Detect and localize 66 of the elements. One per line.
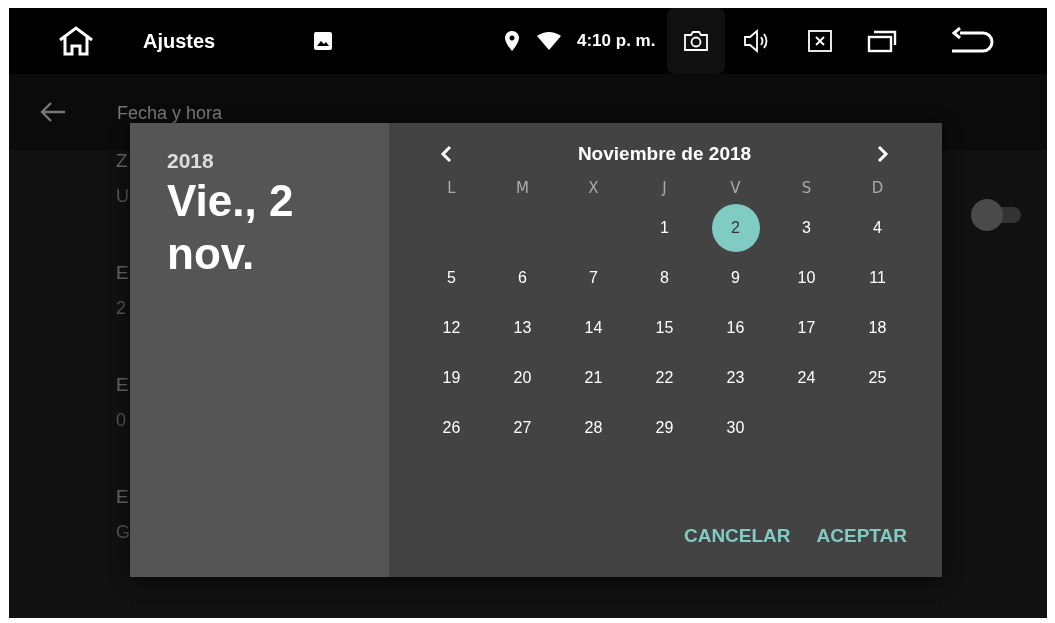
calendar-day[interactable]: 19 xyxy=(427,354,476,402)
setting-value: G xyxy=(116,522,130,543)
calendar-day[interactable]: 2 xyxy=(711,204,760,252)
calendar-day[interactable]: 6 xyxy=(498,254,547,302)
calendar-day[interactable]: 12 xyxy=(427,304,476,352)
app-title: Ajustes xyxy=(143,29,217,53)
calendar-day[interactable]: 26 xyxy=(427,404,476,452)
weekday-label: M xyxy=(516,178,529,199)
selected-date: Vie., 2 nov. xyxy=(167,175,295,280)
setting-value: 0 xyxy=(116,410,126,431)
return-arrow-icon xyxy=(950,27,995,55)
calendar-day[interactable]: 4 xyxy=(853,204,902,252)
wifi-icon xyxy=(537,32,561,50)
calendar-day[interactable]: 16 xyxy=(711,304,760,352)
calendar-day[interactable]: 5 xyxy=(427,254,476,302)
calendar-day[interactable]: 1 xyxy=(640,204,689,252)
page-title: Fecha y hora xyxy=(117,103,223,124)
calendar-day[interactable]: 21 xyxy=(569,354,618,402)
calendar-day[interactable]: 11 xyxy=(853,254,902,302)
calendar-day[interactable]: 23 xyxy=(711,354,760,402)
calendar-day[interactable]: 22 xyxy=(640,354,689,402)
setting-title: E xyxy=(116,486,129,508)
dialog-action-button[interactable]: ACEPTAR xyxy=(808,517,915,555)
weekday-label: X xyxy=(588,178,599,199)
weekday-label: L xyxy=(447,178,456,199)
weekday-label: J xyxy=(662,178,667,199)
calendar-day[interactable]: 30 xyxy=(711,404,760,452)
calendar-day[interactable]: 17 xyxy=(782,304,831,352)
calendar-day[interactable]: 8 xyxy=(640,254,689,302)
calendar-day[interactable]: 24 xyxy=(782,354,831,402)
calendar-day[interactable]: 20 xyxy=(498,354,547,402)
clock-time: 4:10 p. m. xyxy=(577,31,656,51)
image-icon xyxy=(314,32,332,50)
setting-title: E xyxy=(116,262,129,284)
dialog-action-button[interactable]: CANCELAR xyxy=(675,517,799,555)
month-title: Noviembre de 2018 xyxy=(577,143,752,165)
calendar-day[interactable]: 28 xyxy=(569,404,618,452)
calendar-day[interactable]: 3 xyxy=(782,204,831,252)
windows-icon xyxy=(867,29,898,53)
chevron-left-icon xyxy=(440,145,452,163)
close-box-icon xyxy=(808,30,833,52)
toggle-switch[interactable] xyxy=(969,199,1023,231)
camera-icon xyxy=(683,30,710,52)
weekday-label: S xyxy=(801,178,812,199)
calendar-day[interactable]: 13 xyxy=(498,304,547,352)
location-pin-icon xyxy=(505,31,519,51)
calendar-day[interactable]: 29 xyxy=(640,404,689,452)
chevron-right-icon xyxy=(877,145,889,163)
weekday-label: D xyxy=(871,178,884,199)
calendar-day[interactable]: 27 xyxy=(498,404,547,452)
calendar-day[interactable]: 25 xyxy=(853,354,902,402)
setting-value: U xyxy=(116,186,129,207)
setting-title: E xyxy=(116,374,129,396)
setting-value: 2 xyxy=(116,298,126,319)
setting-title: Z xyxy=(116,150,128,172)
calendar-day[interactable]: 7 xyxy=(569,254,618,302)
calendar-day[interactable]: 10 xyxy=(782,254,831,302)
home-icon xyxy=(57,25,95,57)
calendar-day[interactable]: 14 xyxy=(569,304,618,352)
year-label[interactable]: 2018 xyxy=(167,149,214,173)
calendar-day[interactable]: 18 xyxy=(853,304,902,352)
weekday-label: V xyxy=(730,178,741,199)
back-arrow-icon[interactable] xyxy=(39,100,67,124)
screenshot-button[interactable] xyxy=(667,8,726,74)
calendar-day[interactable]: 15 xyxy=(640,304,689,352)
calendar-day[interactable]: 9 xyxy=(711,254,760,302)
